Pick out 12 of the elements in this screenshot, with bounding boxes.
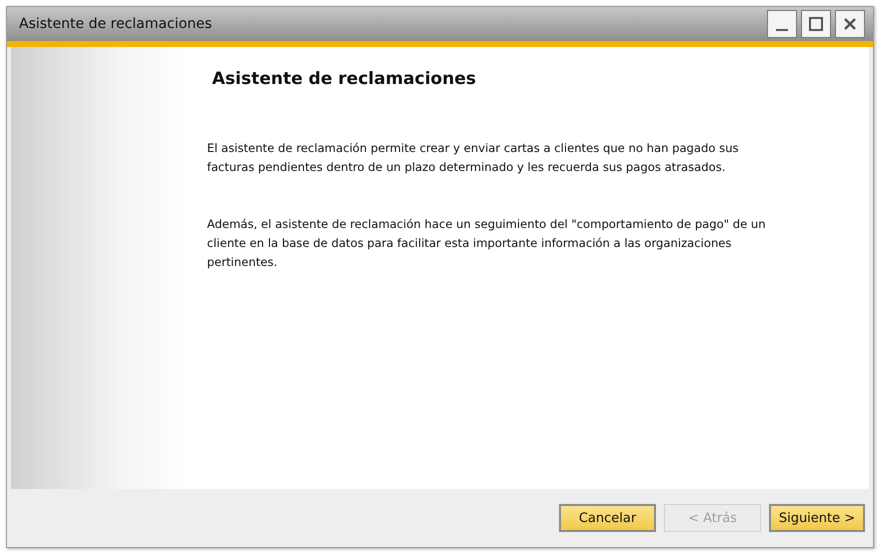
maximize-icon: [808, 16, 824, 32]
maximize-button[interactable]: [801, 10, 831, 38]
minimize-button[interactable]: [767, 10, 797, 38]
description-paragraph: Además, el asistente de reclamación hace un seguimiento del "comportamiento de pago" de un cliente en la base de datos para facilitar esta importante información a las organizaciones pertinentes.: [207, 216, 767, 271]
close-button[interactable]: [835, 10, 865, 38]
window-title: Asistente de reclamaciones: [19, 16, 212, 32]
wizard-button[interactable]: Siguiente >: [769, 504, 865, 532]
wizard-button[interactable]: Cancelar: [559, 504, 656, 532]
minimize-icon: [776, 29, 788, 31]
description-paragraph: El asistente de reclamación permite crear y enviar cartas a clientes que no han pagado sus facturas pendientes dentro de un plazo determinado y les recuerda sus pagos atrasados.: [207, 140, 740, 176]
close-icon: [842, 16, 858, 32]
page-heading: Asistente de reclamaciones: [212, 69, 477, 89]
